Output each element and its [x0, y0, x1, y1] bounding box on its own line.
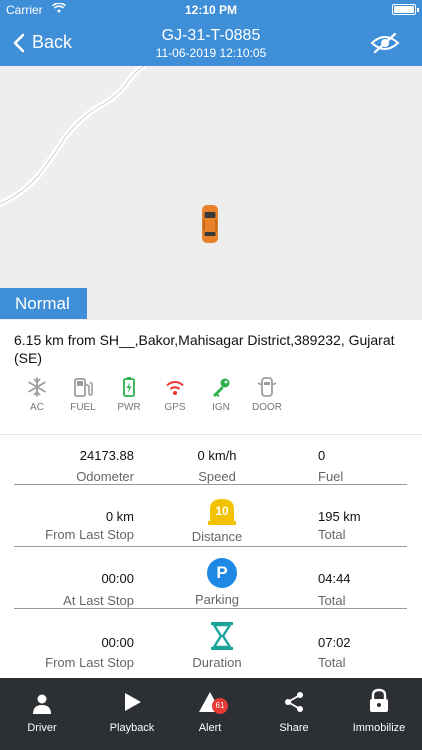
odometer-label: Odometer: [76, 469, 134, 484]
key-icon: [213, 378, 230, 397]
parking-total-label: Total: [318, 593, 346, 608]
alert-count-badge: 61: [212, 698, 228, 714]
hide-eye-icon[interactable]: [370, 32, 400, 54]
tab-playback[interactable]: Playback: [92, 678, 172, 750]
parking-icon: P: [207, 558, 237, 588]
stats-row-duration: 00:00 From Last Stop Duration 07:02 Tota…: [14, 609, 407, 671]
status-bar: Carrier 12:10 PM: [0, 0, 422, 20]
distance-label: Distance: [191, 529, 243, 544]
distance-from-last-stop-label: From Last Stop: [45, 527, 134, 542]
indicator-label: DOOR: [252, 402, 282, 413]
tab-immobilize[interactable]: Immobilize: [339, 678, 419, 750]
duration-from-last-stop-value: 00:00: [101, 635, 134, 650]
tab-label: Alert: [198, 722, 222, 734]
tab-label: Driver: [27, 722, 57, 734]
parking-total-value: 04:44: [318, 571, 351, 586]
tab-driver[interactable]: Driver: [2, 678, 82, 750]
indicator-ac: AC: [14, 376, 60, 413]
battery-icon: [392, 4, 419, 15]
trip-stats: 24173.88 Odometer 0 km/h Speed 0 Fuel 0 …: [0, 435, 422, 678]
parking-label: Parking: [194, 592, 240, 607]
status-time: 12:10 PM: [184, 3, 238, 17]
tab-share[interactable]: Share: [254, 678, 334, 750]
distance-milestone-number: 10: [215, 504, 229, 518]
map-road: [0, 66, 147, 207]
tab-alert[interactable]: 61 Alert: [170, 678, 250, 750]
person-icon: [33, 694, 51, 714]
vehicle-mode-badge: Normal: [0, 288, 87, 319]
vehicle-info-panel: 6.15 km from SH__,Bakor,Mahisagar Distri…: [0, 320, 422, 434]
snowflake-icon: [28, 377, 46, 397]
fuel-pump-icon: [74, 378, 93, 397]
indicator-label: FUEL: [70, 402, 96, 413]
indicator-label: GPS: [164, 402, 186, 413]
duration-total-label: Total: [318, 655, 346, 670]
stats-row-parking: 00:00 At Last Stop P Parking 04:44 Total: [14, 547, 407, 609]
tab-label: Immobilize: [352, 722, 406, 734]
vehicle-marker-icon[interactable]: [201, 203, 219, 245]
car-door-icon: [257, 377, 277, 397]
parking-at-last-stop-value: 00:00: [101, 571, 134, 586]
duration-total-value: 07:02: [318, 635, 351, 650]
fuel-label: Fuel: [318, 469, 344, 484]
hourglass-icon: [211, 622, 233, 650]
share-icon: [285, 692, 303, 712]
distance-from-last-stop-value: 0 km: [105, 509, 134, 524]
distance-milestone-icon: 10: [207, 497, 237, 525]
duration-from-last-stop-label: From Last Stop: [45, 655, 134, 670]
play-icon: [125, 693, 141, 711]
speed-label: Speed: [198, 469, 236, 484]
tab-label: Share: [279, 722, 309, 734]
distance-total-value: 195 km: [318, 509, 361, 524]
fuel-value: 0: [318, 448, 326, 463]
indicator-label: IGN: [212, 402, 230, 413]
last-update-time: 11-06-2019 12:10:05: [155, 46, 267, 60]
vehicle-address: 6.15 km from SH__,Bakor,Mahisagar Distri…: [14, 332, 395, 366]
speed-value: 0 km/h: [197, 448, 237, 463]
nav-bar: Back GJ-31-T-0885 11-06-2019 12:10:05: [0, 20, 422, 66]
indicator-fuel: FUEL: [60, 376, 106, 413]
duration-label: Duration: [192, 655, 242, 670]
indicator-door: DOOR: [244, 376, 290, 413]
map-view[interactable]: [0, 66, 422, 320]
status-indicators: AC FUEL PWR GPS IGN DOOR: [14, 376, 290, 413]
tab-label: Playback: [109, 722, 155, 734]
odometer-value: 24173.88: [79, 448, 134, 463]
indicator-ignition: IGN: [198, 376, 244, 413]
signal-icon: [166, 381, 184, 395]
indicator-label: AC: [30, 402, 44, 413]
indicator-power: PWR: [106, 376, 152, 413]
battery-charging-icon: [123, 377, 135, 397]
indicator-gps: GPS: [152, 376, 198, 413]
lock-icon: [370, 688, 388, 712]
distance-total-label: Total: [318, 527, 346, 542]
bottom-tab-bar: Driver Playback 61 Alert Share Immobiliz…: [0, 678, 422, 750]
parking-at-last-stop-label: At Last Stop: [63, 593, 134, 608]
vehicle-number-title: GJ-31-T-0885: [161, 27, 261, 44]
indicator-label: PWR: [117, 402, 141, 413]
stats-row-distance: 0 km From Last Stop 10 Distance 195 km T…: [14, 485, 407, 547]
